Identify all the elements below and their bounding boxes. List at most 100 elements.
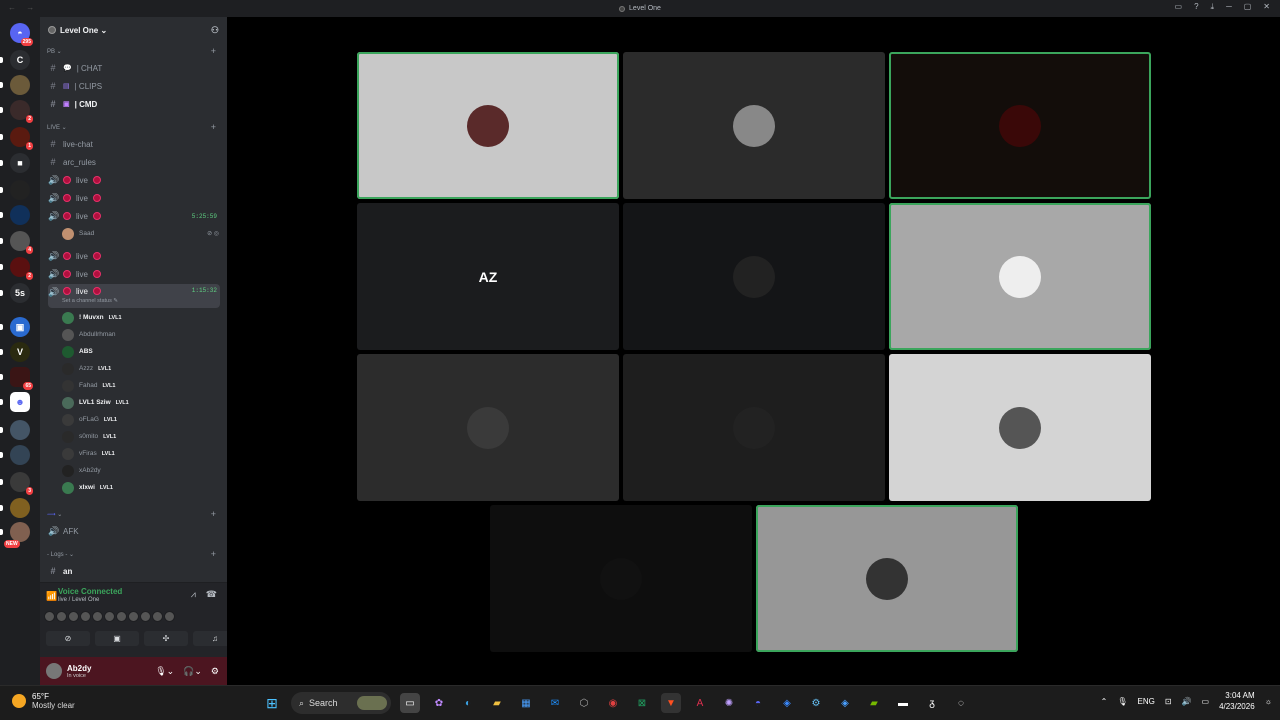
mic-icon[interactable]: 🎙⌄: [155, 666, 174, 677]
video-tile[interactable]: AZ: [357, 203, 619, 350]
video-tile[interactable]: [623, 354, 885, 501]
server-icon[interactable]: [0, 498, 30, 518]
voice-user[interactable]: Saad ⊘ ◎: [62, 225, 222, 242]
channel-live-chat[interactable]: # live-chat: [48, 136, 220, 152]
task-view-icon[interactable]: ▭: [400, 693, 420, 713]
voice-user[interactable]: ! Muvxn LVL1: [62, 309, 222, 326]
volume-icon[interactable]: 🔊: [1182, 697, 1192, 706]
app-icon[interactable]: ◈: [777, 693, 797, 713]
battery-icon[interactable]: ▭: [1202, 697, 1210, 706]
nvidia-icon[interactable]: ▰: [864, 693, 884, 713]
screen-share-button[interactable]: ▣: [95, 631, 139, 646]
app-icon[interactable]: ◌: [951, 693, 971, 713]
voice-user[interactable]: LVL1 Sziw LVL1: [62, 394, 222, 411]
voice-user[interactable]: oFLaG LVL1: [62, 411, 222, 428]
camera-off-button[interactable]: ⊘: [46, 631, 90, 646]
language[interactable]: ENG: [1137, 697, 1154, 706]
voice-channel-live[interactable]: 🔊 live 5:25:59: [48, 208, 220, 224]
edge-icon[interactable]: ◐: [458, 693, 478, 713]
signal-icon[interactable]: 📶: [46, 591, 57, 602]
activities-button[interactable]: ✣: [144, 631, 188, 646]
app-icon[interactable]: ✺: [719, 693, 739, 713]
video-tile[interactable]: [889, 203, 1151, 350]
notification-icon[interactable]: ☼: [1265, 697, 1272, 706]
server-icon[interactable]: ■: [0, 153, 30, 173]
username[interactable]: Ab2dy: [67, 664, 91, 673]
brave-icon[interactable]: ▼: [661, 693, 681, 713]
voice-user[interactable]: vFiras LVL1: [62, 445, 222, 462]
server-icon[interactable]: 65: [0, 367, 33, 390]
voice-user[interactable]: s0mito LVL1: [62, 428, 222, 445]
voice-channel-live[interactable]: 🔊 live: [48, 172, 220, 188]
voice-user[interactable]: Azzz LVL1: [62, 360, 222, 377]
voice-status[interactable]: Voice Connected: [58, 587, 122, 596]
disconnect-icon[interactable]: ☎: [206, 589, 217, 600]
voice-channel-live[interactable]: 🔊 live: [48, 248, 220, 264]
window-control-icon[interactable]: ─: [1226, 2, 1232, 12]
app-icon[interactable]: ▬: [893, 693, 913, 713]
app-icon[interactable]: ᵹ: [922, 693, 942, 713]
server-icon[interactable]: ◓ 295: [10, 23, 33, 46]
server-icon[interactable]: [0, 445, 30, 465]
server-icon[interactable]: 3: [0, 472, 33, 495]
start-icon[interactable]: ⊞: [262, 693, 282, 713]
channel-cmd[interactable]: # ▣ | CMD: [48, 96, 220, 112]
server-icon[interactable]: [0, 180, 30, 200]
video-tile[interactable]: [889, 354, 1151, 501]
weather-widget[interactable]: 65°F Mostly clear: [12, 692, 75, 710]
steam-icon[interactable]: ⚙: [806, 693, 826, 713]
store-icon[interactable]: ▦: [516, 693, 536, 713]
chevron-up-icon[interactable]: ⌃: [1101, 697, 1108, 706]
avatar[interactable]: [46, 663, 62, 679]
outlook-icon[interactable]: ✉: [545, 693, 565, 713]
category-pb[interactable]: PB ⌄ +: [47, 46, 219, 56]
category-blank[interactable]: ⟿ ⌄ +: [47, 509, 219, 519]
video-tile[interactable]: [756, 505, 1018, 652]
server-icon[interactable]: [0, 205, 30, 225]
server-icon[interactable]: [0, 420, 30, 440]
server-header[interactable]: Level One ⌄ ⚇: [40, 17, 227, 43]
window-control-icon[interactable]: ▢: [1244, 2, 1252, 12]
server-icon[interactable]: V: [0, 342, 30, 362]
server-icon[interactable]: 5s: [0, 283, 30, 303]
server-icon[interactable]: C: [0, 50, 30, 70]
channel-status[interactable]: Set a channel status ✎: [62, 298, 118, 304]
voice-channel-path[interactable]: live / Level One: [58, 597, 99, 603]
video-tile[interactable]: [623, 52, 885, 199]
discord-icon[interactable]: ◓: [748, 693, 768, 713]
channel-clips[interactable]: # ▤ | CLIPS: [48, 78, 220, 94]
video-tile[interactable]: [357, 354, 619, 501]
search-input[interactable]: ⌕ Search: [291, 692, 391, 714]
noise-suppression-icon[interactable]: ⩘: [191, 589, 196, 600]
headphones-icon[interactable]: 🎧⌄: [183, 666, 202, 677]
voice-user[interactable]: xlxwi LVL1: [62, 479, 222, 496]
window-control-icon[interactable]: ▭: [1175, 2, 1183, 12]
video-tile[interactable]: [623, 203, 885, 350]
nav-arrows[interactable]: ← →: [8, 3, 38, 12]
category-logs[interactable]: - Logs - ⌄ +: [47, 549, 219, 559]
server-icon[interactable]: 4: [0, 231, 33, 254]
server-icon[interactable]: ▣: [0, 317, 30, 337]
file-explorer-icon[interactable]: ▰: [487, 693, 507, 713]
voice-channel-live[interactable]: 🔊 live: [48, 190, 220, 206]
app-icon[interactable]: ⬡: [574, 693, 594, 713]
server-icon[interactable]: ☻: [0, 392, 30, 412]
video-tile[interactable]: [357, 52, 619, 199]
server-icon[interactable]: NEW: [0, 522, 30, 548]
excel-icon[interactable]: ⊠: [632, 693, 652, 713]
app-icon[interactable]: ◈: [835, 693, 855, 713]
window-control-icon[interactable]: ?: [1194, 2, 1198, 12]
voice-channel-live[interactable]: 🔊 live: [48, 266, 220, 282]
server-icon[interactable]: 2: [0, 100, 33, 123]
channel-arc-rules[interactable]: # arc_rules: [48, 154, 220, 170]
voice-user[interactable]: ABS: [62, 343, 222, 360]
voice-user[interactable]: xAb2dy: [62, 462, 222, 479]
category-live[interactable]: LIVE ⌄ +: [47, 122, 219, 132]
window-control-icon[interactable]: ⤓: [1211, 2, 1215, 12]
voice-channel-afk[interactable]: 🔊 AFK: [48, 523, 220, 539]
gear-icon[interactable]: ⚙: [211, 666, 219, 677]
video-tile[interactable]: [490, 505, 752, 652]
voice-user[interactable]: Fahad LVL1: [62, 377, 222, 394]
server-icon[interactable]: 2: [0, 257, 33, 280]
chrome-icon[interactable]: ◉: [603, 693, 623, 713]
